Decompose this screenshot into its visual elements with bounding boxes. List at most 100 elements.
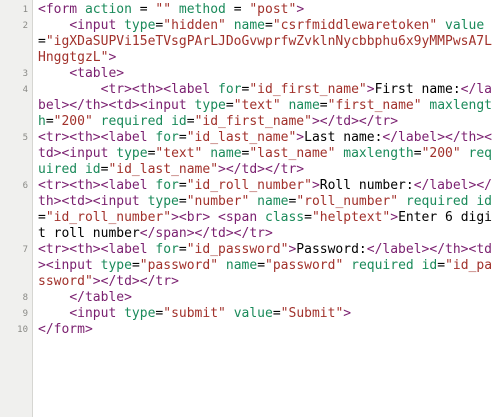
code-operator-token: = xyxy=(225,98,234,113)
line-number: 1 xyxy=(22,5,28,15)
code-string-token: "password" xyxy=(139,258,219,273)
code-string-token: "submit" xyxy=(163,306,226,321)
code-string-token: "id_first_name" xyxy=(249,82,367,97)
code-string-token: "id_last_name" xyxy=(108,162,219,177)
code-line[interactable]: 8 </table> xyxy=(23,290,498,306)
code-tag-token: > xyxy=(296,130,305,145)
line-number: 7 xyxy=(22,245,28,255)
code-tag-token: <span xyxy=(218,210,258,225)
code-string-token: "helptext" xyxy=(311,210,391,225)
code-attribute-token: type xyxy=(124,306,156,321)
code-string-token: "id_first_name" xyxy=(194,114,312,129)
code-string-token: "password" xyxy=(265,258,344,273)
code-line[interactable]: 6 <tr><th><label for="id_roll_number">Rol… xyxy=(23,178,498,242)
code-operator-token: = xyxy=(437,258,446,273)
code-string-token: "200" xyxy=(53,114,93,129)
code-tag-token: ></td></tr> xyxy=(218,162,305,177)
code-attribute-token: type xyxy=(147,194,179,209)
code-attribute-token: class xyxy=(265,210,305,225)
code-tag-token: <table> xyxy=(69,66,125,81)
code-tag-token: <tr><th><label xyxy=(100,82,211,97)
code-tag-token: > xyxy=(343,306,352,321)
code-string-token: "hidden" xyxy=(163,18,226,33)
code-string-token: "text" xyxy=(233,98,281,113)
code-tag-token: </form> xyxy=(38,322,93,337)
code-line[interactable]: 4 <tr><th><label for="id_first_name">Fir… xyxy=(23,82,498,130)
code-operator-token: = xyxy=(178,194,187,209)
source-code-editor[interactable]: 1 <form action = "" method = "post"> 2 <in… xyxy=(0,0,502,417)
code-tag-token: <tr><th><label xyxy=(38,130,148,145)
code-line[interactable]: 3 <table> xyxy=(23,66,498,82)
code-operator-token: = xyxy=(186,114,195,129)
code-operator-token: = xyxy=(319,98,328,113)
code-string-token: "post" xyxy=(249,2,297,17)
code-line[interactable]: 9 <input type="submit" value="Submit"> xyxy=(23,306,498,322)
code-operator-token: = xyxy=(38,34,46,49)
line-number-gutter xyxy=(0,0,33,417)
code-tag-token: </span></td></tr> xyxy=(139,226,273,241)
code-line[interactable]: 5 <tr><th><label for="id_last_name">Last … xyxy=(23,130,498,178)
code-string-token: "first_name" xyxy=(327,98,422,113)
code-operator-token: = xyxy=(178,178,187,193)
code-tag-token: ></td></tr> xyxy=(311,114,399,129)
code-operator-token: = xyxy=(265,18,273,33)
code-string-token: "" xyxy=(155,2,172,17)
code-line[interactable]: 7 <tr><th><label for="id_password">Passwo… xyxy=(23,242,498,290)
code-string-token: "igXDaSUPVi15eTVsgPArLJDoGvwprfwZvklnNyc… xyxy=(38,34,492,65)
code-attribute-token: id xyxy=(421,258,438,273)
code-string-token: "number" xyxy=(186,194,250,209)
code-operator-token: = xyxy=(131,258,140,273)
code-string-token: "200" xyxy=(421,146,461,161)
code-operator-token: = xyxy=(225,2,250,17)
code-attribute-token: id xyxy=(84,162,101,177)
code-string-token: "csrfmiddlewaretoken" xyxy=(272,18,438,33)
line-number: 3 xyxy=(22,69,28,79)
code-attribute-token: for xyxy=(155,242,179,257)
code-attribute-token: value xyxy=(445,18,485,33)
code-attribute-token: type xyxy=(100,258,132,273)
code-string-token: "roll_number" xyxy=(296,194,399,209)
code-attribute-token: maxlength xyxy=(343,146,414,161)
code-line[interactable]: 1 <form action = "" method = "post"> xyxy=(23,2,498,18)
code-attribute-token: required xyxy=(405,194,469,209)
code-attribute-token: type xyxy=(124,18,156,33)
code-string-token: "last_name" xyxy=(249,146,336,161)
code-tag-token: <form xyxy=(38,2,78,17)
code-text-token: First name: xyxy=(374,82,461,97)
code-operator-token: = xyxy=(413,146,422,161)
code-string-token: "Submit" xyxy=(280,306,344,321)
line-number: 5 xyxy=(22,133,28,143)
line-number: 6 xyxy=(22,181,28,191)
code-attribute-token: name xyxy=(257,194,289,209)
code-area[interactable]: 1 <form action = "" method = "post"> 2 <in… xyxy=(17,0,498,417)
code-attribute-token: id xyxy=(171,114,187,129)
code-tag-token: <input xyxy=(69,18,117,33)
code-line[interactable]: 10 </form> xyxy=(17,322,498,338)
code-tag-token: > xyxy=(390,210,399,225)
code-text-token: Roll number: xyxy=(319,178,414,193)
code-line[interactable]: 2 <input type="hidden" name="csrfmiddlew… xyxy=(23,18,498,66)
code-attribute-token: for xyxy=(218,82,242,97)
line-number: 2 xyxy=(22,21,28,31)
code-tag-token: > xyxy=(296,2,305,17)
code-attribute-token: action xyxy=(84,2,132,17)
code-operator-token: = xyxy=(257,258,266,273)
